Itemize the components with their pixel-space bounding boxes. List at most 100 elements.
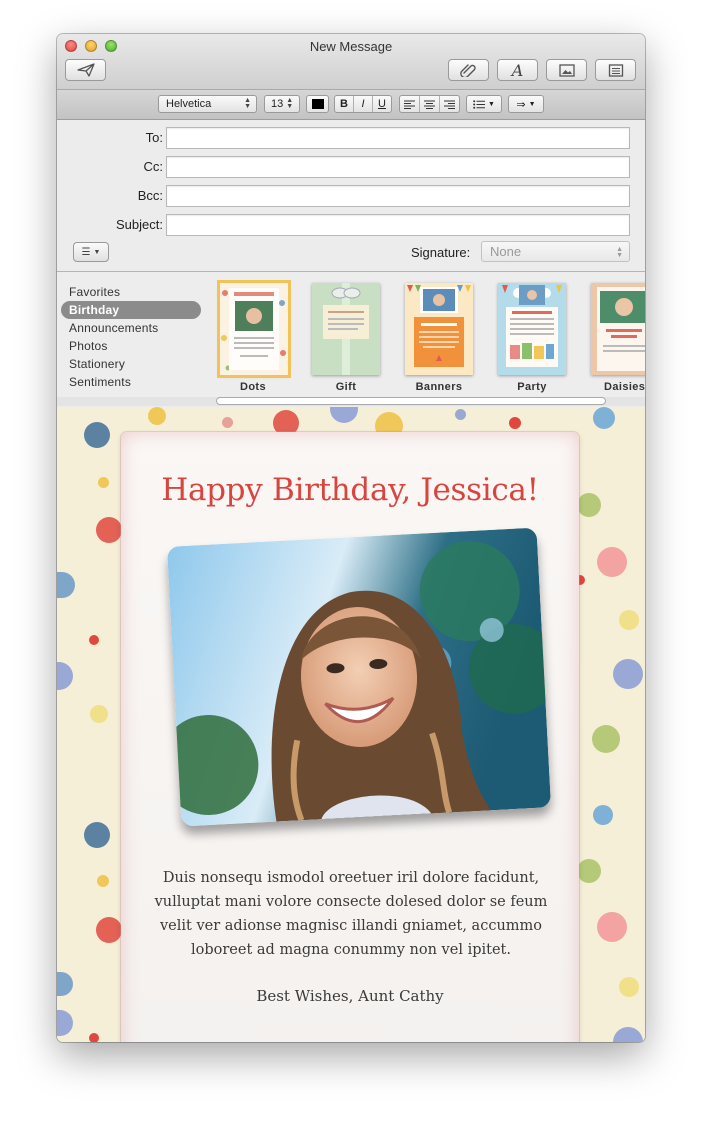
- stationery-toggle-button[interactable]: [595, 59, 636, 81]
- bold-button[interactable]: B: [335, 96, 354, 112]
- stationery-category-list: Favorites Birthday Announcements Photos …: [61, 283, 201, 391]
- to-row: To:: [57, 127, 645, 149]
- background-dot: [97, 875, 109, 887]
- category-sentiments[interactable]: Sentiments: [61, 373, 201, 391]
- chevron-down-icon: ▼: [528, 100, 536, 108]
- subject-label: Subject:: [116, 217, 163, 232]
- paperclip-icon: [459, 64, 476, 77]
- attach-button[interactable]: [448, 59, 489, 81]
- send-button[interactable]: [65, 59, 106, 81]
- background-dot: [613, 659, 643, 689]
- signature-label: Signature:: [411, 245, 471, 260]
- align-right-button[interactable]: [440, 96, 459, 112]
- align-center-button[interactable]: [420, 96, 440, 112]
- window-title: New Message: [309, 39, 393, 54]
- stationery-icon: [608, 63, 623, 77]
- background-dot: [96, 917, 122, 943]
- italic-button[interactable]: I: [354, 96, 373, 112]
- header-options-button[interactable]: ☰ ▼: [73, 242, 109, 262]
- template-thumbnail-gift[interactable]: [312, 283, 380, 375]
- background-dot: [90, 705, 108, 723]
- to-label: To:: [145, 130, 163, 145]
- cc-row: Cc:: [57, 156, 645, 178]
- dots-thumbnail-art: [220, 283, 288, 375]
- bcc-field[interactable]: [166, 185, 630, 207]
- card-title[interactable]: Happy Birthday, Jessica!: [121, 472, 579, 508]
- template-thumbnail-dots[interactable]: [217, 280, 291, 378]
- paper-plane-icon: [76, 63, 95, 77]
- background-dot: [597, 547, 627, 577]
- template-thumbnail-banners[interactable]: [405, 283, 473, 375]
- card-body-text[interactable]: Duis nonsequ ismodol oreetuer iril dolor…: [151, 866, 551, 962]
- template-thumbnail-party[interactable]: [498, 283, 566, 375]
- font-letter-icon: A: [511, 60, 524, 80]
- background-dot: [98, 477, 109, 488]
- updown-arrows-icon: ▲ ▼: [286, 97, 294, 110]
- background-dot: [57, 662, 73, 690]
- align-right-icon: [444, 100, 455, 109]
- font-size-select[interactable]: 13 ▲ ▼: [264, 95, 300, 113]
- to-field[interactable]: [166, 127, 630, 149]
- align-left-button[interactable]: [400, 96, 420, 112]
- signature-select[interactable]: None ▲ ▼: [481, 241, 630, 262]
- indent-menu-button[interactable]: ⇒ ▼: [508, 95, 544, 113]
- signature-value: None: [490, 244, 522, 259]
- background-dot: [84, 822, 110, 848]
- background-dot: [593, 805, 613, 825]
- bcc-label: Bcc:: [137, 188, 163, 203]
- background-dot: [593, 407, 615, 429]
- background-dot: [619, 977, 639, 997]
- background-dot: [89, 1033, 99, 1042]
- category-photos[interactable]: Photos: [61, 337, 201, 355]
- template-label-banners: Banners: [415, 381, 463, 393]
- chevron-down-icon: ▼: [93, 248, 101, 256]
- background-dot: [57, 1010, 73, 1036]
- template-label-party: Party: [517, 381, 547, 393]
- background-dot: [57, 972, 73, 996]
- background-dot: [597, 912, 627, 942]
- list-lines-icon: ☰: [81, 246, 91, 258]
- cc-label: Cc:: [143, 159, 164, 174]
- category-announcements[interactable]: Announcements: [61, 319, 201, 337]
- font-family-value: Helvetica: [166, 98, 212, 110]
- underline-button[interactable]: U: [373, 96, 391, 112]
- category-birthday[interactable]: Birthday: [61, 301, 201, 319]
- category-stationery[interactable]: Stationery: [61, 355, 201, 373]
- template-thumbnail-daisies[interactable]: [591, 283, 645, 375]
- list-menu-button[interactable]: ▼: [466, 95, 502, 113]
- background-dot: [455, 409, 466, 420]
- format-bar: Helvetica ▲ ▼ 13 ▲ ▼ B I U ▼ ⇒ ▼: [57, 90, 645, 120]
- category-favorites[interactable]: Favorites: [61, 283, 201, 301]
- background-dot: [222, 417, 233, 428]
- stationery-pane: Favorites Birthday Announcements Photos …: [57, 273, 645, 406]
- text-style-group: B I U: [334, 95, 392, 113]
- color-swatch: [311, 99, 324, 109]
- background-dot: [619, 610, 639, 630]
- fonts-button[interactable]: A: [497, 59, 538, 81]
- card-signature[interactable]: Best Wishes, Aunt Cathy: [121, 987, 579, 1005]
- background-dot: [148, 407, 166, 425]
- photo-icon: [558, 63, 575, 77]
- background-dot: [577, 493, 601, 517]
- cc-field[interactable]: [166, 156, 630, 178]
- message-body[interactable]: Happy Birthday, Jessica! Duis nonsequ is…: [57, 407, 645, 1042]
- background-dot: [330, 407, 358, 423]
- stationery-scrollbar[interactable]: [216, 397, 606, 405]
- align-center-icon: [424, 100, 435, 109]
- align-left-icon: [404, 100, 415, 109]
- background-dot: [84, 422, 110, 448]
- birthday-photo[interactable]: [166, 527, 552, 827]
- text-color-button[interactable]: [306, 95, 329, 113]
- gift-thumbnail-art: [312, 283, 380, 375]
- photo-browser-button[interactable]: [546, 59, 587, 81]
- subject-field[interactable]: [166, 214, 630, 236]
- subject-row: Subject:: [57, 214, 645, 236]
- indent-arrow-icon: ⇒: [516, 98, 526, 111]
- daisies-thumbnail-art: [591, 283, 645, 375]
- bullet-list-icon: [473, 99, 486, 109]
- background-dot: [96, 517, 122, 543]
- background-dot: [89, 635, 99, 645]
- font-family-select[interactable]: Helvetica ▲ ▼: [158, 95, 257, 113]
- template-label-gift: Gift: [335, 381, 357, 393]
- template-label-daisies: Daisies: [604, 381, 645, 393]
